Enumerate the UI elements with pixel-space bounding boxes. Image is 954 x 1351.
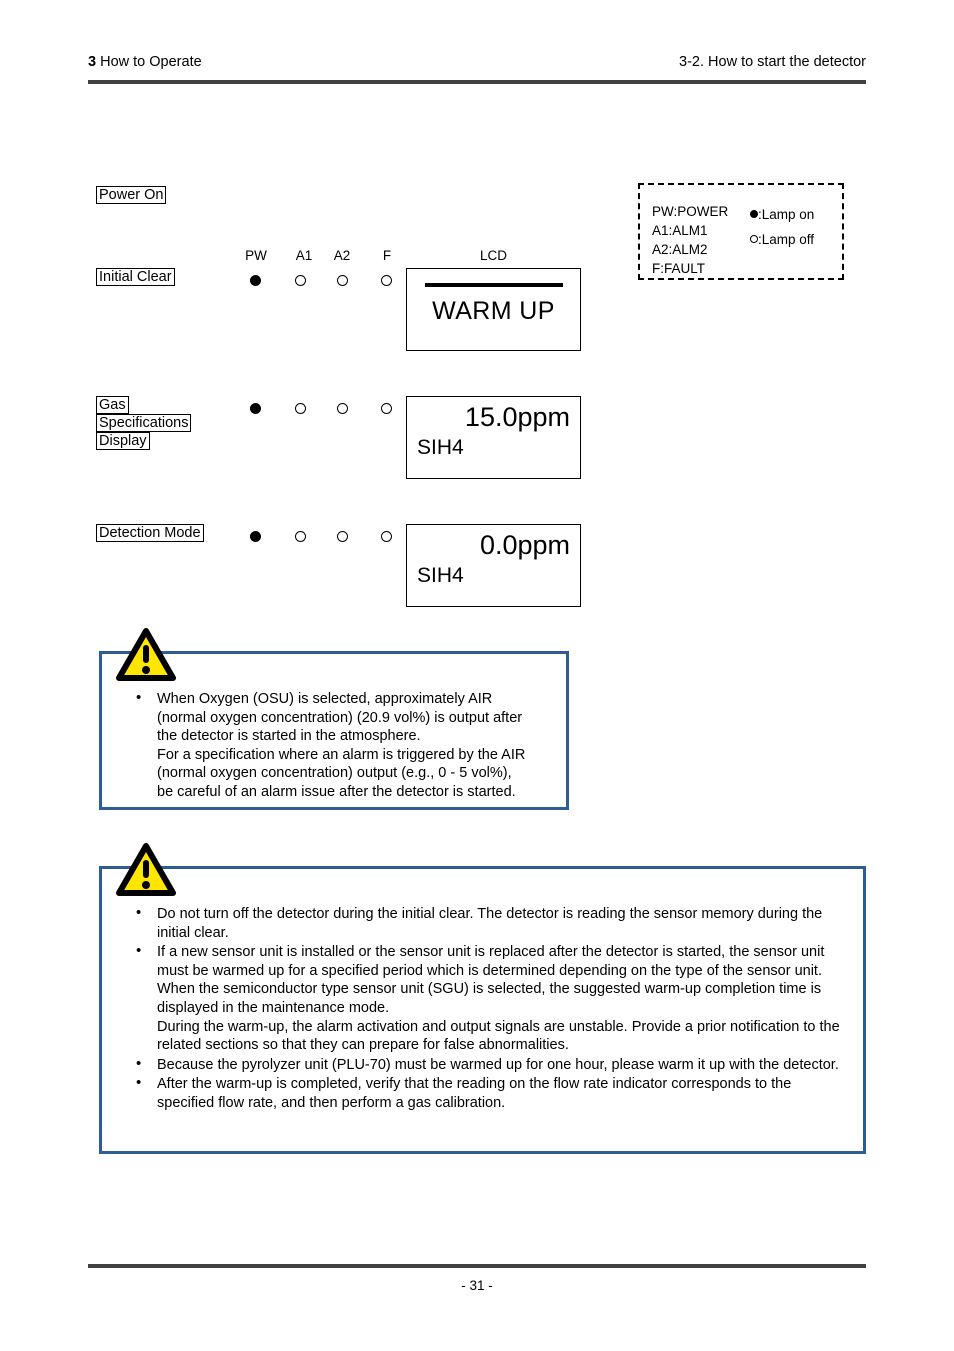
- lamp-f-initial-clear: [381, 275, 392, 286]
- caution-line: (normal oxygen concentration) output (e.…: [157, 765, 512, 781]
- caution-line: After the warm-up is completed, verify t…: [157, 1076, 792, 1111]
- lcd-progress-bar: [425, 283, 563, 287]
- indicator-header-pw: PW: [245, 248, 267, 263]
- caution-line: Do not turn off the detector during the …: [157, 906, 823, 941]
- caution-item: Because the pyrolyzer unit (PLU-70) must…: [130, 1055, 851, 1075]
- indicator-header-a1: A1: [295, 248, 313, 263]
- lcd-text-warm-up: WARM UP: [432, 297, 555, 325]
- lamp-a1-gas-spec: [295, 403, 306, 414]
- caution-line: When Oxygen (OSU) is selected, approxima…: [157, 691, 493, 707]
- lcd-gas-name: SIH4: [417, 564, 464, 587]
- legend-abbr-a1: A1:ALM1: [652, 223, 708, 238]
- legend-lamp-off-row: :Lamp off: [750, 227, 814, 252]
- lamp-a2-detection-mode: [337, 531, 348, 542]
- lamp-pw-detection-mode: [250, 531, 261, 542]
- lamp-a1-detection-mode: [295, 531, 306, 542]
- step-label-text-line1: Gas: [96, 396, 129, 414]
- legend-lamp-states: :Lamp on :Lamp off: [750, 202, 814, 252]
- step-label-detection-mode: Detection Mode: [96, 524, 204, 542]
- header-chapter-number: 3: [88, 54, 97, 70]
- legend-abbr-pw: PW:POWER: [652, 204, 729, 219]
- caution-item: If a new sensor unit is installed or the…: [130, 942, 851, 1055]
- caution-line: For a specification where an alarm is tr…: [157, 746, 526, 763]
- lcd-panel-detection-mode: 0.0ppm SIH4: [406, 524, 581, 607]
- indicator-header-f: F: [382, 248, 392, 263]
- step-label-text-line3: Display: [96, 432, 150, 450]
- lamp-pw-initial-clear: [250, 275, 261, 286]
- footer-divider: [88, 1264, 866, 1268]
- lcd-reading-value: 0.0ppm: [479, 530, 570, 560]
- caution-line: the detector is started in the atmospher…: [157, 728, 421, 744]
- caution-box-oxygen: When Oxygen (OSU) is selected, approxima…: [99, 628, 569, 810]
- lamp-on-icon: [750, 210, 758, 218]
- lcd-reading-value: 15.0ppm: [464, 402, 570, 432]
- caution-line: (normal oxygen concentration) (20.9 vol%…: [157, 709, 523, 726]
- step-label-text: Detection Mode: [96, 524, 204, 542]
- caution-item: When Oxygen (OSU) is selected, approxima…: [130, 689, 554, 801]
- step-label-initial-clear: Initial Clear: [96, 268, 175, 286]
- lamp-f-gas-spec: [381, 403, 392, 414]
- step-label-text: Power On: [96, 186, 167, 204]
- header-divider: [88, 80, 866, 84]
- step-label-power-on: Power On: [96, 186, 167, 204]
- legend-lamp-on-label: :Lamp on: [758, 207, 815, 222]
- caution-line: Because the pyrolyzer unit (PLU-70) must…: [157, 1056, 839, 1073]
- caution-line: If a new sensor unit is installed or the…: [157, 944, 825, 979]
- legend-abbr-f: F:FAULT: [652, 261, 706, 276]
- header-section-title: 3-2. How to start the detector: [679, 54, 866, 70]
- caution-line: be careful of an alarm issue after the d…: [157, 783, 516, 800]
- lcd-panel-gas-spec: 15.0ppm SIH4: [406, 396, 581, 479]
- indicator-header-lcd: LCD: [479, 248, 507, 263]
- indicator-header-a2: A2: [333, 248, 351, 263]
- page-number: - 31 -: [461, 1278, 493, 1293]
- lamp-a1-initial-clear: [295, 275, 306, 286]
- header-chapter: 3 How to Operate: [88, 54, 202, 70]
- lamp-off-icon: [750, 235, 758, 243]
- caution-box-startup: Do not turn off the detector during the …: [99, 843, 866, 1154]
- header-chapter-title: How to Operate: [96, 54, 202, 70]
- legend-abbreviations: PW:POWER A1:ALM1 A2:ALM2 F:FAULT: [652, 202, 728, 278]
- legend-box: PW:POWER A1:ALM1 A2:ALM2 F:FAULT :Lamp o…: [638, 183, 844, 280]
- legend-lamp-off-label: :Lamp off: [758, 232, 815, 247]
- step-label-text: Initial Clear: [96, 268, 175, 286]
- lamp-pw-gas-spec: [250, 403, 261, 414]
- step-label-text-line2: Specifications: [96, 414, 192, 432]
- lcd-gas-name: SIH4: [417, 436, 464, 459]
- lcd-panel-warm-up: WARM UP: [406, 268, 581, 351]
- warning-triangle-icon: [116, 843, 176, 896]
- step-label-gas-specifications-display: Gas Specifications Display: [96, 396, 192, 450]
- caution-item: After the warm-up is completed, verify t…: [130, 1074, 851, 1112]
- legend-abbr-a2: A2:ALM2: [652, 242, 708, 257]
- caution-line: During the warm-up, the alarm activation…: [157, 1018, 840, 1054]
- legend-lamp-on-row: :Lamp on: [750, 202, 814, 227]
- lamp-a2-initial-clear: [337, 275, 348, 286]
- caution-item: Do not turn off the detector during the …: [130, 904, 851, 942]
- caution-line: When the semiconductor type sensor unit …: [157, 981, 822, 1016]
- caution-list: Do not turn off the detector during the …: [130, 904, 851, 1114]
- caution-list: When Oxygen (OSU) is selected, approxima…: [130, 689, 554, 802]
- lamp-f-detection-mode: [381, 531, 392, 542]
- lamp-a2-gas-spec: [337, 403, 348, 414]
- warning-triangle-icon: [116, 628, 176, 681]
